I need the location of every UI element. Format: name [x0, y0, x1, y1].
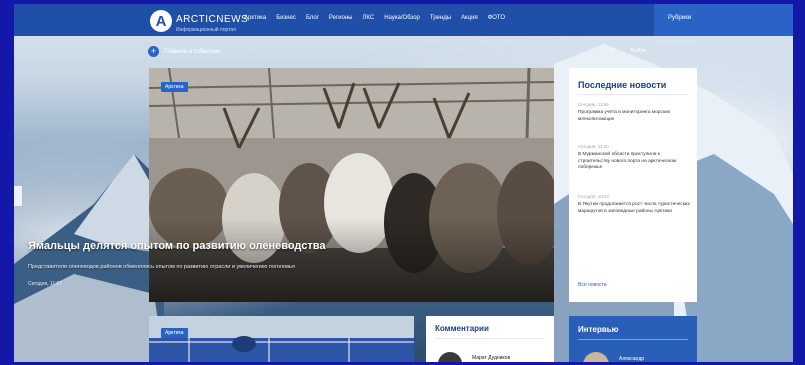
secondary-article[interactable]: Арктика: [149, 316, 414, 362]
divider: [578, 94, 688, 95]
news-headline[interactable]: В Мурманской области приступили к строит…: [578, 152, 690, 172]
avatar[interactable]: [583, 352, 609, 362]
logo-subtitle: Информационный портал: [176, 27, 237, 33]
category-badge[interactable]: Арктика: [161, 82, 188, 92]
nav-item[interactable]: Регионы: [329, 15, 353, 21]
nav-item[interactable]: ФОТО: [488, 15, 505, 21]
news-item[interactable]: Сегодня, 11:55 Программа учёта и монитор…: [578, 102, 690, 123]
hero-title[interactable]: Ямальцы делятся опытом по развитию олене…: [28, 240, 326, 252]
avatar[interactable]: [438, 352, 462, 362]
nav-item[interactable]: Тренды: [430, 15, 451, 21]
latest-news-title: Последние новости: [578, 80, 667, 90]
nav-item[interactable]: Наука/Обзор: [384, 15, 420, 21]
news-item[interactable]: Сегодня, 11:20 В Мурманской области прис…: [578, 144, 690, 172]
rubrics-label: Рубрики: [668, 15, 692, 21]
add-news-label: Главное о событиях: [164, 48, 221, 55]
news-item[interactable]: Сегодня, 10:42 В Якутии продолжается рос…: [578, 194, 690, 215]
rubrics-menu[interactable]: Рубрики: [654, 4, 793, 36]
login-link[interactable]: Войти: [630, 48, 645, 54]
weather-label: −1°: [608, 48, 617, 54]
interview-title: Интервью: [578, 325, 619, 334]
news-date: Сегодня, 11:20: [578, 144, 609, 149]
all-news-link[interactable]: Все новости: [578, 282, 607, 288]
hero-lead: Представители оленеводов районов обменял…: [28, 264, 295, 270]
add-news-link[interactable]: + Главное о событиях: [148, 46, 220, 57]
nav-item[interactable]: Арктика: [244, 15, 266, 21]
site-logo[interactable]: A ARCTICNEWS Информационный портал: [150, 9, 248, 33]
nav-item[interactable]: Бизнес: [276, 15, 296, 21]
hero-date: Сегодня, 11:07: [28, 281, 63, 287]
news-date: Сегодня, 10:42: [578, 194, 610, 199]
secondary-article-image: [149, 316, 414, 362]
logo-icon: A: [150, 10, 172, 32]
main-nav: Арктика Бизнес Блог Регионы ЛКС Наука/Об…: [244, 15, 505, 21]
nav-item[interactable]: Акция: [461, 15, 478, 21]
interview-person[interactable]: Александр: [619, 356, 644, 362]
plus-icon: +: [148, 46, 159, 57]
divider: [435, 338, 545, 339]
news-headline[interactable]: В Якутии продолжается рост числа туристи…: [578, 202, 690, 215]
side-tab[interactable]: [14, 186, 22, 206]
category-badge[interactable]: Арктика: [161, 328, 188, 338]
news-headline[interactable]: Программа учёта и мониторинга морских мл…: [578, 110, 690, 123]
user-area: −1° Войти: [608, 48, 646, 54]
latest-news-panel: Последние новости Сегодня, 11:55 Програм…: [569, 68, 697, 302]
divider: [578, 339, 688, 340]
nav-item[interactable]: Блог: [306, 15, 319, 21]
comments-title: Комментарии: [435, 324, 489, 333]
page-background: A ARCTICNEWS Информационный портал Аркти…: [14, 4, 793, 362]
nav-item[interactable]: ЛКС: [362, 15, 374, 21]
comment-author[interactable]: Марат Дудников: [472, 355, 510, 361]
interview-panel: Интервью Александр: [569, 316, 697, 362]
news-date: Сегодня, 11:55: [578, 102, 609, 107]
comments-panel: Комментарии Марат Дудников: [426, 316, 554, 362]
logo-text: ARCTICNEWS: [176, 14, 249, 25]
top-navigation-bar: A ARCTICNEWS Информационный портал Аркти…: [14, 4, 793, 36]
